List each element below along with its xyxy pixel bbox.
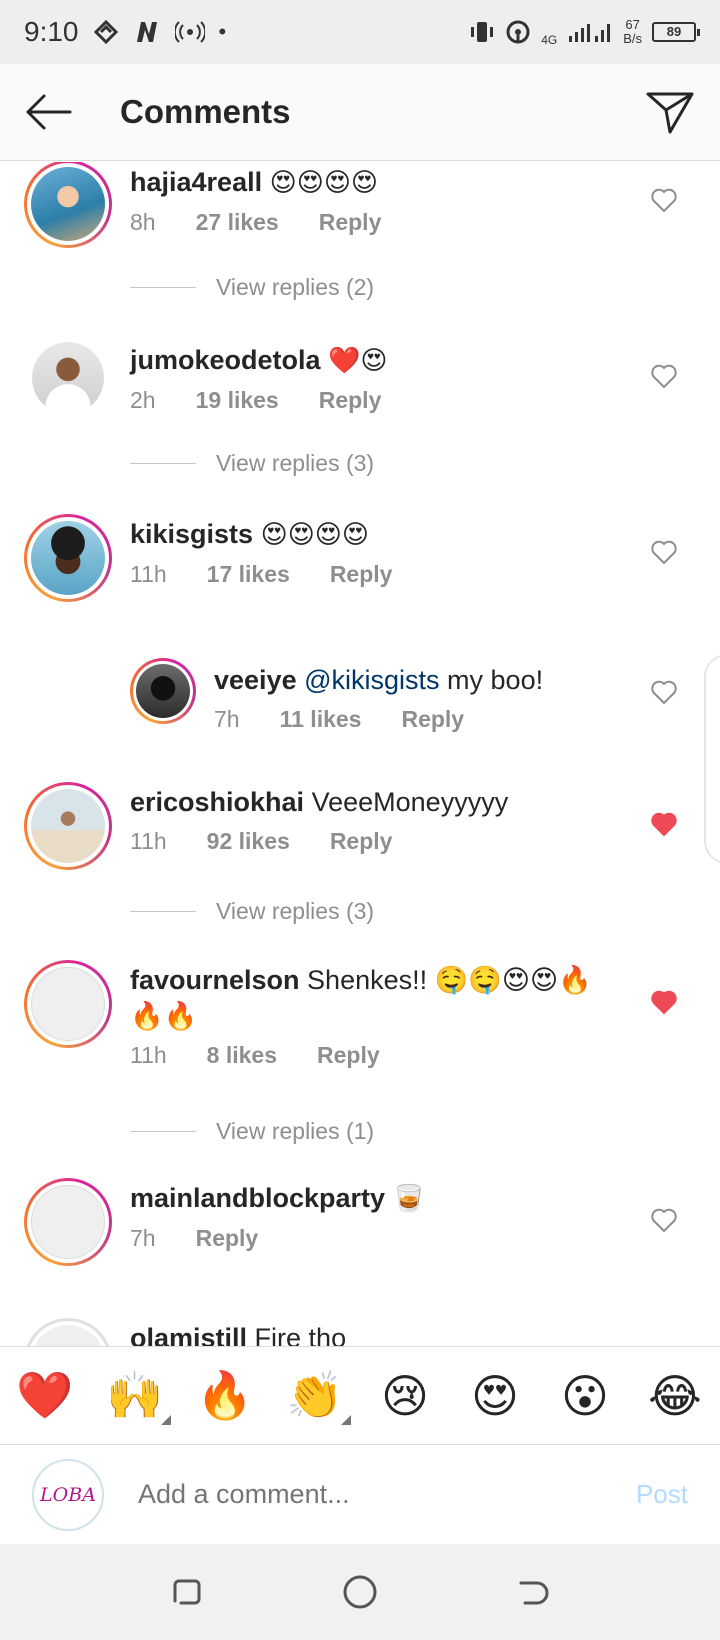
reply-username[interactable]: veeiye	[214, 665, 297, 695]
comment-text: 🥃	[392, 1184, 425, 1214]
comment-username[interactable]: jumokeodetola	[130, 345, 321, 375]
back-nav-icon[interactable]	[517, 1575, 551, 1609]
comment-likes[interactable]: 19 likes	[196, 387, 279, 414]
data-saver-icon	[93, 20, 118, 44]
my-avatar: LOBA	[32, 1458, 104, 1531]
reaction-heart[interactable]: ❤️	[5, 1368, 85, 1423]
page-title: Comments	[120, 93, 291, 130]
comments-list[interactable]: hajia4reall 😍😍😍😍 8h 27 likes Reply View …	[0, 162, 720, 1346]
comment-composer: LOBA Post	[0, 1444, 720, 1544]
comment-text: ❤️😍	[328, 346, 388, 376]
arrow-left-icon	[26, 94, 72, 130]
heart-outline-icon[interactable]	[650, 1206, 678, 1234]
heart-filled-icon[interactable]	[650, 988, 678, 1016]
view-replies-button[interactable]: View replies (1)	[130, 1118, 374, 1145]
signal-icon	[569, 24, 611, 42]
avatar[interactable]	[24, 782, 112, 870]
reaction-raised-hands[interactable]: 🙌	[95, 1368, 175, 1425]
reaction-crying[interactable]: 😢	[365, 1369, 445, 1423]
reply-time: 7h	[214, 706, 240, 732]
reply-button[interactable]: Reply	[319, 209, 382, 236]
reaction-clap[interactable]: 👏	[275, 1368, 355, 1425]
comment-time: 8h	[130, 209, 156, 235]
reply-button[interactable]: Reply	[401, 706, 464, 733]
heart-filled-icon[interactable]	[650, 810, 678, 838]
comment-time: 7h	[130, 1225, 156, 1251]
recents-icon[interactable]	[169, 1575, 203, 1609]
avatar[interactable]	[24, 1178, 112, 1266]
edge-panel-handle[interactable]	[704, 654, 720, 864]
heart-outline-icon[interactable]	[650, 362, 678, 390]
comment-username[interactable]: olamistill	[130, 1323, 247, 1346]
avatar[interactable]	[24, 162, 112, 248]
avatar[interactable]	[32, 342, 104, 414]
dot-icon: •	[218, 19, 227, 44]
reply-button[interactable]: Reply	[330, 561, 393, 588]
reply-button[interactable]: Reply	[196, 1225, 259, 1252]
reply-button[interactable]: Reply	[317, 1042, 380, 1069]
network-speed: 67 B/s	[623, 17, 642, 46]
battery-indicator: 89	[652, 22, 700, 42]
comment-likes[interactable]: 92 likes	[207, 828, 290, 855]
network-type: 4G	[541, 33, 558, 47]
comment-time: 11h	[130, 1042, 167, 1068]
avatar[interactable]	[24, 514, 112, 602]
comment-text: VeeeMoneyyyyy	[311, 787, 509, 817]
post-button[interactable]: Post	[636, 1479, 688, 1510]
quick-reactions-bar: ❤️ 🙌 🔥 👏 😢 😍 😮 😂	[0, 1346, 720, 1444]
comment-likes[interactable]: 27 likes	[196, 209, 279, 236]
comment-likes[interactable]: 17 likes	[207, 561, 290, 588]
reaction-laughing[interactable]: 😂	[635, 1369, 715, 1423]
view-replies-button[interactable]: View replies (2)	[130, 274, 374, 301]
status-bar: 9:10 • 4G 67 B/s 89	[0, 0, 720, 64]
share-button[interactable]	[620, 64, 720, 161]
reply-mention[interactable]: @kikisgists	[304, 665, 439, 695]
comment-time: 2h	[130, 387, 156, 413]
hotspot-icon	[174, 21, 205, 43]
wifi-calling-icon	[506, 20, 530, 44]
reply-likes[interactable]: 11 likes	[280, 706, 362, 733]
comment-text: 😍😍😍😍	[269, 168, 379, 198]
paper-plane-icon	[646, 92, 694, 134]
comment-likes[interactable]: 8 likes	[207, 1042, 277, 1069]
status-time: 9:10	[24, 16, 79, 47]
reaction-heart-eyes[interactable]: 😍	[455, 1369, 535, 1423]
comment-time: 11h	[130, 561, 167, 587]
vibrate-icon	[471, 22, 494, 42]
reply-button[interactable]: Reply	[330, 828, 393, 855]
avatar[interactable]	[24, 960, 112, 1048]
comment-time: 11h	[130, 828, 167, 854]
view-replies-button[interactable]: View replies (3)	[130, 898, 374, 925]
home-icon[interactable]	[342, 1574, 378, 1610]
heart-outline-icon[interactable]	[650, 678, 678, 706]
reaction-fire[interactable]: 🔥	[185, 1368, 265, 1423]
heart-outline-icon[interactable]	[650, 186, 678, 214]
comment-text: Fire tho	[254, 1323, 347, 1346]
back-button[interactable]	[0, 64, 96, 161]
comment-username[interactable]: favournelson	[130, 965, 300, 995]
heart-outline-icon[interactable]	[650, 538, 678, 566]
reaction-surprised[interactable]: 😮	[545, 1369, 625, 1423]
comment-text: 😍😍😍😍	[260, 520, 370, 550]
avatar[interactable]	[130, 658, 196, 724]
comment-username[interactable]: kikisgists	[130, 519, 253, 549]
netflix-notification-icon	[136, 22, 157, 42]
avatar[interactable]	[24, 1318, 112, 1346]
comment-username[interactable]: ericoshiokhai	[130, 787, 304, 817]
comment-username[interactable]: mainlandblockparty	[130, 1183, 385, 1213]
comments-header: Comments	[0, 64, 720, 161]
reply-button[interactable]: Reply	[319, 387, 382, 414]
view-replies-button[interactable]: View replies (3)	[130, 450, 374, 477]
comment-input[interactable]	[138, 1479, 636, 1510]
system-nav-bar	[0, 1544, 720, 1640]
reply-text: my boo!	[447, 665, 544, 695]
comment-username[interactable]: hajia4reall	[130, 167, 262, 197]
